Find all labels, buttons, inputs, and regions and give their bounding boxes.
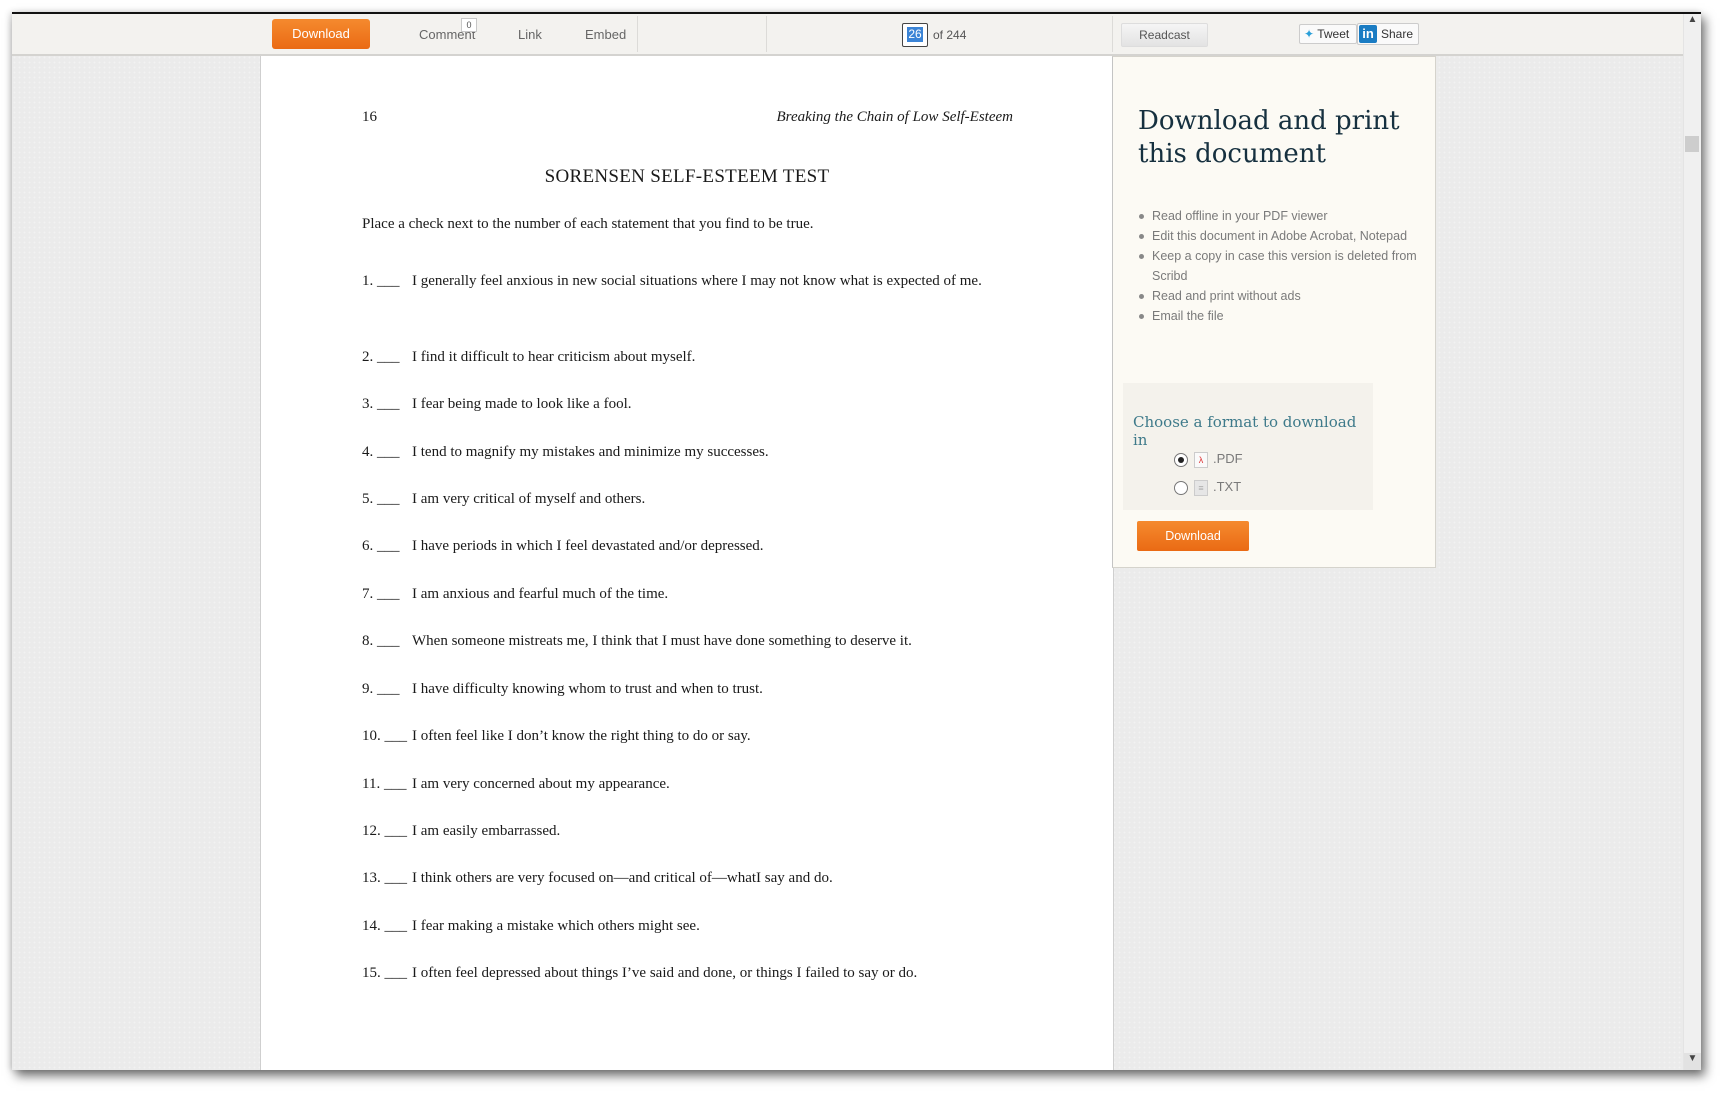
panel-download-button[interactable]: Download [1137,521,1249,551]
benefit-item: Read and print without ads [1139,286,1417,306]
test-item: 11. ___ I am very concerned about my appe… [362,776,670,792]
document-toolbar: Download Comment 0 Link Embed 26 of 244 … [12,14,1684,56]
test-item: 13. ___ I think others are very focused o… [362,870,833,886]
benefit-item: Keep a copy in case this version is dele… [1139,246,1417,286]
linkedin-share-button[interactable]: in Share [1357,23,1419,45]
benefit-item: Email the file [1139,306,1417,326]
comment-count-badge: 0 [461,18,477,32]
share-label: Share [1381,27,1414,41]
format-option-pdf[interactable]: λ .PDF [1174,451,1243,468]
page-count: of 244 [933,28,967,42]
pdf-file-icon: λ [1194,451,1208,468]
format-label: .PDF [1213,451,1243,466]
toolbar-download-button[interactable]: Download [272,19,370,49]
format-chooser-title: Choose a format to download in [1133,413,1357,449]
test-item: 3. ___ I fear being made to look like a f… [362,396,632,412]
download-panel-title: Download and print this document [1138,106,1400,169]
benefit-item: Edit this document in Adobe Acrobat, Not… [1139,226,1417,246]
test-item: 10. ___ I often feel like I don’t know th… [362,728,751,744]
toolbar-divider [766,16,767,52]
test-item: 6. ___ I have periods in which I feel dev… [362,538,764,554]
page-number: 16 [362,109,377,125]
scroll-down-arrow-icon[interactable]: ▼ [1684,1053,1701,1070]
document-title: SORENSEN SELF-ESTEEM TEST [544,166,830,187]
page-number-value: 26 [907,27,923,42]
tweet-button[interactable]: ✦ Tweet [1299,24,1357,44]
test-item: 1. ___ I generally feel anxious in new so… [362,273,982,289]
instructions: Place a check next to the number of each… [362,216,814,232]
benefits-list: Read offline in your PDF viewer Edit thi… [1138,206,1417,326]
browser-window: Download Comment 0 Link Embed 26 of 244 … [12,12,1701,1070]
vertical-scrollbar[interactable]: ▲ ▼ [1683,14,1701,1070]
linkedin-icon: in [1359,25,1377,43]
tweet-label: Tweet [1317,27,1350,41]
toolbar-divider [637,16,638,52]
readcast-button[interactable]: Readcast [1121,23,1208,47]
test-item: 8. ___ When someone mistreats me, I think… [362,633,912,649]
test-item: 12. ___ I am easily embarrassed. [362,823,561,839]
embed-button[interactable]: Embed [585,27,626,42]
radio-selected[interactable] [1174,452,1188,467]
txt-file-icon: ≡ [1194,479,1208,496]
test-item: 9. ___ I have difficulty knowing whom to … [362,681,763,697]
test-item: 15. ___ I often feel depressed about thin… [362,965,918,981]
download-panel: Download and print this document Read of… [1112,56,1436,568]
test-item: 14. ___ I fear making a mistake which oth… [362,918,700,934]
toolbar-divider [1112,16,1113,52]
scroll-up-arrow-icon[interactable]: ▲ [1684,14,1701,31]
format-label: .TXT [1213,479,1242,494]
test-item: 7. ___ I am anxious and fearful much of t… [362,586,669,602]
benefit-item: Read offline in your PDF viewer [1139,206,1417,226]
page-number-input[interactable]: 26 [902,23,928,47]
format-option-txt[interactable]: ≡ .TXT [1174,479,1241,496]
format-chooser: Choose a format to download in λ .PDF ≡ .T… [1123,383,1373,510]
twitter-bird-icon: ✦ [1304,27,1315,41]
scrollbar-thumb[interactable] [1685,136,1699,152]
test-item: 2. ___ I find it difficult to hear critic… [362,349,696,365]
running-head: Breaking the Chain of Low Self-Esteem [776,109,1014,125]
link-button[interactable]: Link [518,27,542,42]
radio-unselected[interactable] [1174,480,1188,495]
document-page: 16 Breaking the Chain of Low Self-Esteem… [260,56,1114,1070]
test-item: 4. ___ I tend to magnify my mistakes and … [362,444,769,460]
test-item: 5. ___ I am very critical of myself and o… [362,491,646,507]
